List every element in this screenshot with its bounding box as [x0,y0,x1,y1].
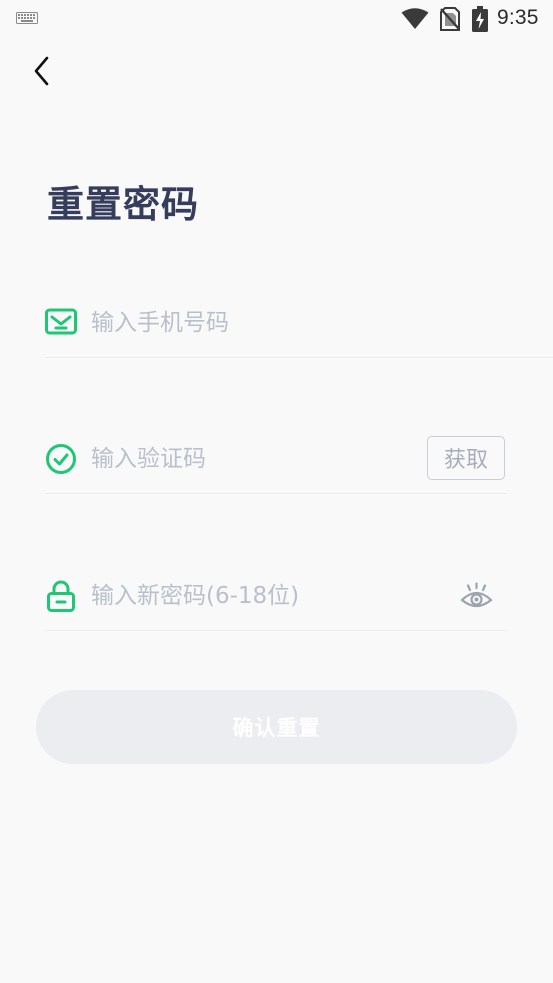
wifi-icon [401,8,429,29]
new-password-input[interactable] [91,581,451,611]
keyboard-icon [16,12,38,24]
status-bar: 9:35 [0,0,553,38]
phone-input[interactable] [91,308,491,338]
back-button[interactable] [22,48,62,92]
status-time: 9:35 [497,6,539,29]
check-circle-icon [46,444,76,474]
phone-field-row [45,300,553,358]
page-title: 重置密码 [47,183,199,226]
password-field-row [45,573,507,631]
code-divider [45,493,507,494]
password-divider [45,630,507,631]
lock-icon [47,580,75,612]
battery-charging-icon [472,6,488,32]
get-code-button[interactable]: 获取 [427,436,505,480]
confirm-reset-button[interactable]: 确认重置 [36,690,517,764]
no-sim-icon [440,7,460,31]
code-input[interactable] [91,444,391,474]
phone-divider [45,357,553,358]
eye-icon [460,582,493,608]
reset-password-screen: 9:35 重置密码 获取 [0,0,553,983]
envelope-icon [45,308,77,335]
password-visibility-toggle[interactable] [460,582,493,612]
chevron-left-icon [34,56,49,86]
